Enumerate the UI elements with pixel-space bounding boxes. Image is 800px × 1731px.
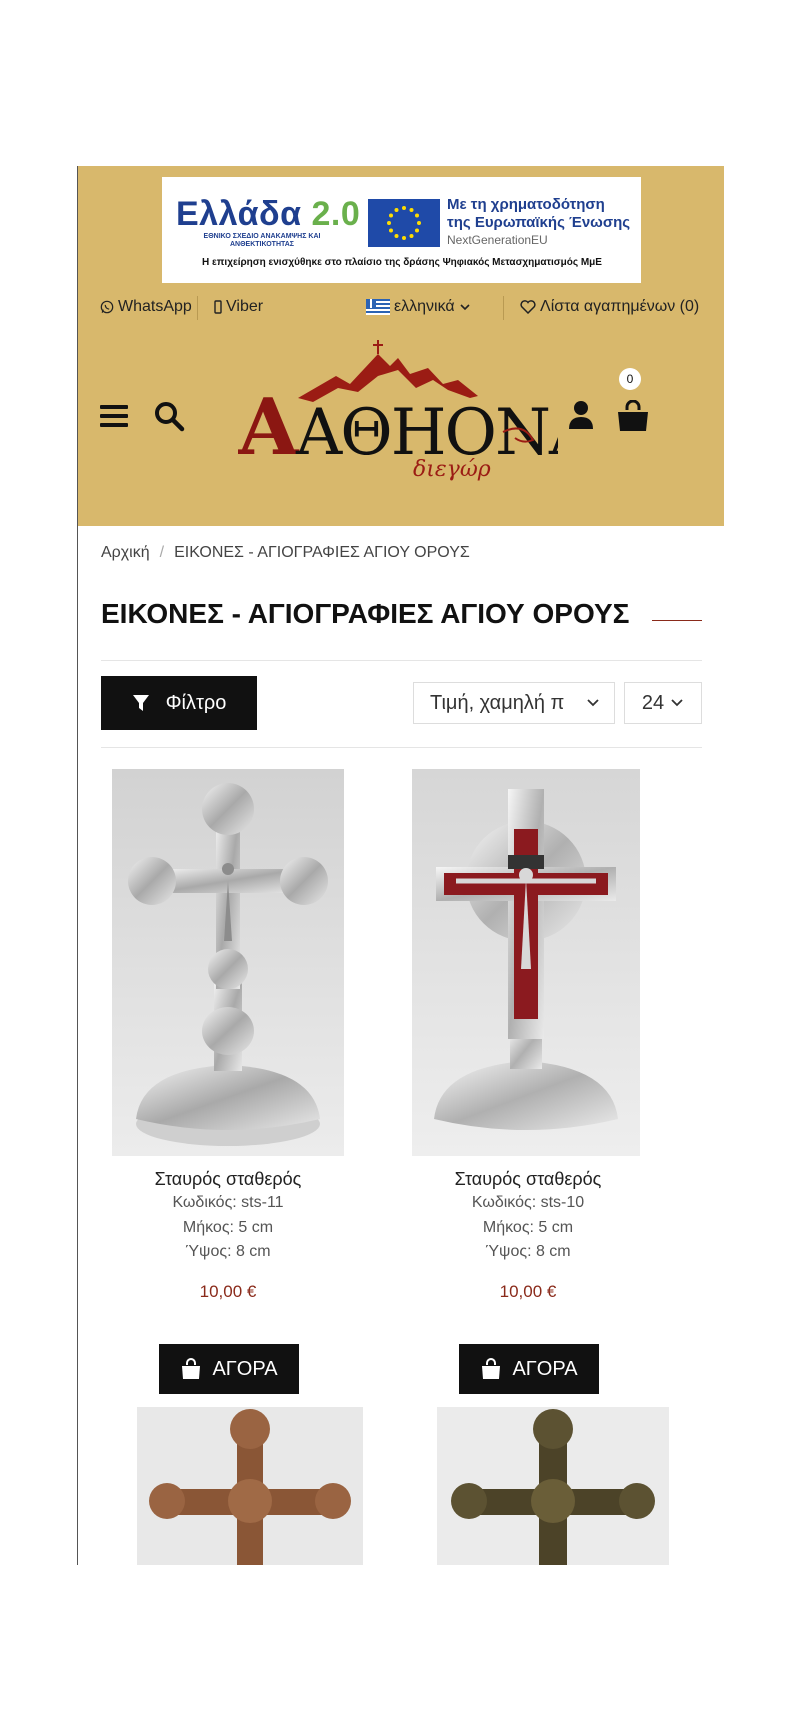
breadcrumb-current: ΕΙΚΟΝΕΣ - ΑΓΙΟΓΡΑΦΙΕΣ ΑΓΙΟΥ ΟΡΟΥΣ bbox=[174, 544, 470, 561]
product-code: Κωδικός: sts-10 bbox=[471, 1194, 585, 1211]
breadcrumb: Αρχική / ΕΙΚΟΝΕΣ - ΑΓΙΟΓΡΑΦΙΕΣ ΑΓΙΟΥ ΟΡΟΥΣ bbox=[101, 544, 470, 562]
product-code: Κωδικός: sts-11 bbox=[172, 1194, 284, 1211]
product-name[interactable]: Σταυρός σταθερός bbox=[88, 1169, 368, 1190]
buy-button[interactable]: ΑΓΟΡΑ bbox=[459, 1344, 599, 1394]
search-icon[interactable] bbox=[153, 400, 185, 437]
page-frame: Ελλάδα 2.0 ΕΘΝΙΚΟ ΣΧΕΔΙΟ ΑΝΑΚΑΜΨΗΣ ΚΑΙ Α… bbox=[77, 166, 724, 1565]
next-generation-eu-text: NextGenerationEU bbox=[447, 233, 548, 247]
funding-banner[interactable]: Ελλάδα 2.0 ΕΘΝΙΚΟ ΣΧΕΔΙΟ ΑΝΑΚΑΜΨΗΣ ΚΑΙ Α… bbox=[162, 177, 641, 283]
topbar-divider bbox=[503, 296, 504, 320]
greece-2-0-logo: Ελλάδα 2.0 bbox=[176, 195, 361, 233]
shopping-bag-icon[interactable] bbox=[616, 399, 650, 437]
user-account-icon[interactable] bbox=[568, 400, 594, 435]
chevron-down-icon bbox=[587, 699, 599, 707]
product-image-cross-red-enamel[interactable] bbox=[412, 769, 640, 1156]
divider bbox=[101, 747, 702, 748]
main-nav: Α ΑΘΗΟΝΑΣ διεγώρ 0 bbox=[78, 326, 724, 526]
product-length: Μήκος: 5 cm bbox=[482, 1219, 574, 1236]
product-height: Ύψος: 8 cm bbox=[185, 1243, 271, 1260]
shopping-bag-icon bbox=[482, 1358, 501, 1379]
athonas-logo[interactable]: Α ΑΘΗΟΝΑΣ διεγώρ bbox=[237, 336, 638, 486]
divider bbox=[101, 660, 702, 661]
eu-funding-text: Με τη χρηματοδότηση της Ευρωπαϊκής Ένωση… bbox=[447, 196, 631, 231]
product-image-cross-bronze[interactable] bbox=[437, 1407, 669, 1565]
product-image-cross-copper[interactable] bbox=[137, 1407, 363, 1565]
product-length: Μήκος: 5 cm bbox=[182, 1219, 274, 1236]
title-accent-line bbox=[652, 620, 702, 621]
filter-button[interactable]: Φίλτρο bbox=[101, 676, 257, 730]
menu-icon[interactable] bbox=[100, 403, 128, 434]
viber-link[interactable]: Viber bbox=[214, 298, 263, 316]
product-height: Ύψος: 8 cm bbox=[485, 1243, 571, 1260]
svg-text:Α: Α bbox=[238, 382, 300, 473]
topbar-divider bbox=[197, 296, 198, 320]
eu-flag-icon bbox=[368, 199, 440, 247]
svg-text:διεγώρ: διεγώρ bbox=[413, 457, 491, 482]
product-price: 10,00 € bbox=[499, 1282, 557, 1301]
greece-2-0-subtitle: ΕΘΝΙΚΟ ΣΧΕΔΙΟ ΑΝΑΚΑΜΨΗΣ ΚΑΙ ΑΝΘΕΚΤΙΚΟΤΗΤ… bbox=[203, 233, 321, 248]
language-selector[interactable]: ελληνικά bbox=[366, 298, 471, 316]
page-title: ΕΙΚΟΝΕΣ - ΑΓΙΟΓΡΑΦΙΕΣ ΑΓΙΟΥ ΟΡΟΥΣ bbox=[101, 598, 630, 629]
product-price: 10,00 € bbox=[199, 1282, 257, 1301]
top-bar: WhatsApp Viber ελληνικά Λίστα αγαπημένων… bbox=[78, 284, 724, 328]
heart-icon bbox=[520, 300, 536, 314]
chevron-down-icon bbox=[671, 699, 683, 707]
phone-icon bbox=[214, 300, 222, 314]
filter-icon bbox=[132, 695, 149, 711]
site-header: Ελλάδα 2.0 ΕΘΝΙΚΟ ΣΧΕΔΙΟ ΑΝΑΚΑΜΨΗΣ ΚΑΙ Α… bbox=[78, 166, 724, 526]
sort-select[interactable]: Τιμή, χαμηλή π bbox=[413, 682, 615, 724]
product-image-cross-silver[interactable] bbox=[112, 769, 344, 1156]
product-name[interactable]: Σταυρός σταθερός bbox=[388, 1169, 668, 1190]
funding-note: Η επιχείρηση ενισχύθηκε στο πλαίσιο της … bbox=[202, 257, 602, 268]
wishlist-link[interactable]: Λίστα αγαπημένων (0) bbox=[520, 298, 699, 316]
buy-button[interactable]: ΑΓΟΡΑ bbox=[159, 1344, 299, 1394]
per-page-select[interactable]: 24 bbox=[624, 682, 702, 724]
chevron-down-icon bbox=[460, 304, 470, 311]
breadcrumb-home-link[interactable]: Αρχική bbox=[101, 544, 150, 561]
whatsapp-icon bbox=[100, 300, 114, 314]
greek-flag-icon bbox=[366, 299, 390, 315]
cart-count-badge: 0 bbox=[619, 368, 641, 390]
breadcrumb-separator: / bbox=[159, 544, 165, 561]
whatsapp-link[interactable]: WhatsApp bbox=[100, 298, 192, 316]
shopping-bag-icon bbox=[182, 1358, 201, 1379]
